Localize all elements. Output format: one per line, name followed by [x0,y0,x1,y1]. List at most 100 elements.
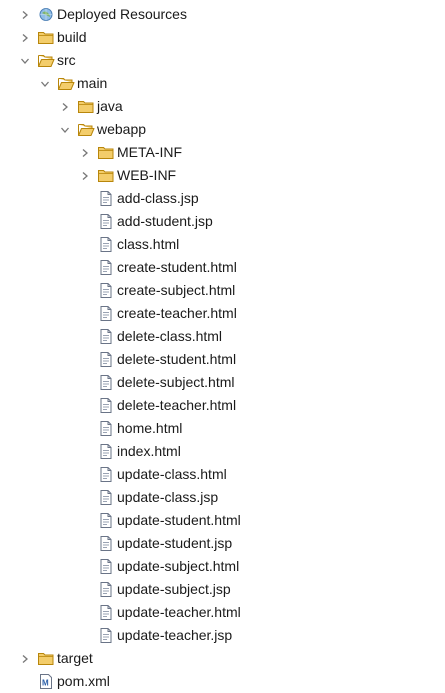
tree-item-update-class-jsp[interactable]: update-class.jsp [0,486,445,509]
file-icon [97,305,115,322]
file-icon [97,397,115,414]
chevron-right-icon[interactable] [58,95,72,118]
tree-item-label: update-teacher.jsp [117,627,233,643]
tree-item-class-html[interactable]: class.html [0,233,445,256]
tree-item-delete-subject-html[interactable]: delete-subject.html [0,371,445,394]
tree-item-label: delete-subject.html [117,374,235,390]
tree-item-deployed-resources[interactable]: Deployed Resources [0,3,445,26]
tree-item-label: update-teacher.html [117,604,241,620]
tree-item-label: class.html [117,236,180,252]
file-icon [97,512,115,529]
tree-item-webapp[interactable]: webapp [0,118,445,141]
tree-item-label: webapp [97,121,147,137]
tree-item-label: delete-student.html [117,351,237,367]
file-icon [97,581,115,598]
file-icon [97,374,115,391]
tree-item-update-student-html[interactable]: update-student.html [0,509,445,532]
tree-item-label: create-subject.html [117,282,236,298]
chevron-right-icon[interactable] [18,647,32,670]
tree-item-create-teacher-html[interactable]: create-teacher.html [0,302,445,325]
tree-item-add-student-jsp[interactable]: add-student.jsp [0,210,445,233]
tree-item-pom-xml[interactable]: Mpom.xml [0,670,445,693]
tree-item-update-student-jsp[interactable]: update-student.jsp [0,532,445,555]
chevron-down-icon[interactable] [18,49,32,72]
tree-item-label: update-class.html [117,466,227,482]
tree-item-target[interactable]: target [0,647,445,670]
file-icon [97,259,115,276]
tree-item-label: pom.xml [57,673,110,689]
tree-item-delete-class-html[interactable]: delete-class.html [0,325,445,348]
project-explorer-tree: Deployed Resources build src main java webapp… [0,3,445,693]
folder-open-icon [77,121,95,138]
tree-item-update-subject-html[interactable]: update-subject.html [0,555,445,578]
tree-item-label: build [57,29,87,45]
tree-item-delete-student-html[interactable]: delete-student.html [0,348,445,371]
tree-item-label: create-teacher.html [117,305,237,321]
tree-item-meta-inf[interactable]: META-INF [0,141,445,164]
tree-item-main[interactable]: main [0,72,445,95]
tree-item-java[interactable]: java [0,95,445,118]
tree-item-label: home.html [117,420,183,436]
file-icon [97,190,115,207]
tree-item-label: main [77,75,108,91]
file-icon [97,213,115,230]
tree-item-label: WEB-INF [117,167,177,183]
tree-item-label: update-subject.jsp [117,581,231,597]
file-icon [97,558,115,575]
tree-item-build[interactable]: build [0,26,445,49]
tree-item-label: target [57,650,93,666]
file-icon [97,328,115,345]
tree-item-web-inf[interactable]: WEB-INF [0,164,445,187]
file-icon [97,351,115,368]
folder-icon [37,29,55,46]
tree-item-src[interactable]: src [0,49,445,72]
tree-item-update-class-html[interactable]: update-class.html [0,463,445,486]
tree-item-home-html[interactable]: home.html [0,417,445,440]
file-icon [97,627,115,644]
tree-item-label: Deployed Resources [57,6,187,22]
tree-item-label: add-class.jsp [117,190,199,206]
tree-item-label: delete-teacher.html [117,397,237,413]
tree-item-create-student-html[interactable]: create-student.html [0,256,445,279]
tree-item-update-teacher-html[interactable]: update-teacher.html [0,601,445,624]
tree-item-label: create-student.html [117,259,237,275]
svg-text:M: M [42,679,49,688]
chevron-down-icon[interactable] [58,118,72,141]
tree-item-label: index.html [117,443,181,459]
tree-item-label: META-INF [117,144,183,160]
folder-icon [37,650,55,667]
file-icon [97,420,115,437]
chevron-right-icon[interactable] [18,3,32,26]
chevron-down-icon[interactable] [38,72,52,95]
tree-item-create-subject-html[interactable]: create-subject.html [0,279,445,302]
deployed-resources-icon [37,6,55,23]
file-icon [97,535,115,552]
tree-item-label: update-class.jsp [117,489,219,505]
file-icon [97,282,115,299]
tree-item-label: delete-class.html [117,328,223,344]
file-icon [97,489,115,506]
folder-open-icon [37,52,55,69]
tree-item-label: java [97,98,123,114]
tree-item-update-teacher-jsp[interactable]: update-teacher.jsp [0,624,445,647]
maven-pom-icon: M [37,673,55,690]
folder-icon [97,144,115,161]
tree-item-label: update-student.html [117,512,241,528]
file-icon [97,443,115,460]
folder-icon [97,167,115,184]
tree-item-label: update-student.jsp [117,535,233,551]
tree-item-label: add-student.jsp [117,213,213,229]
file-icon [97,466,115,483]
folder-open-icon [57,75,75,92]
chevron-right-icon[interactable] [78,141,92,164]
chevron-right-icon[interactable] [78,164,92,187]
tree-item-label: update-subject.html [117,558,240,574]
tree-item-add-class-jsp[interactable]: add-class.jsp [0,187,445,210]
tree-item-label: src [57,52,76,68]
tree-item-delete-teacher-html[interactable]: delete-teacher.html [0,394,445,417]
chevron-right-icon[interactable] [18,26,32,49]
folder-icon [77,98,95,115]
tree-item-index-html[interactable]: index.html [0,440,445,463]
tree-item-update-subject-jsp[interactable]: update-subject.jsp [0,578,445,601]
file-icon [97,236,115,253]
